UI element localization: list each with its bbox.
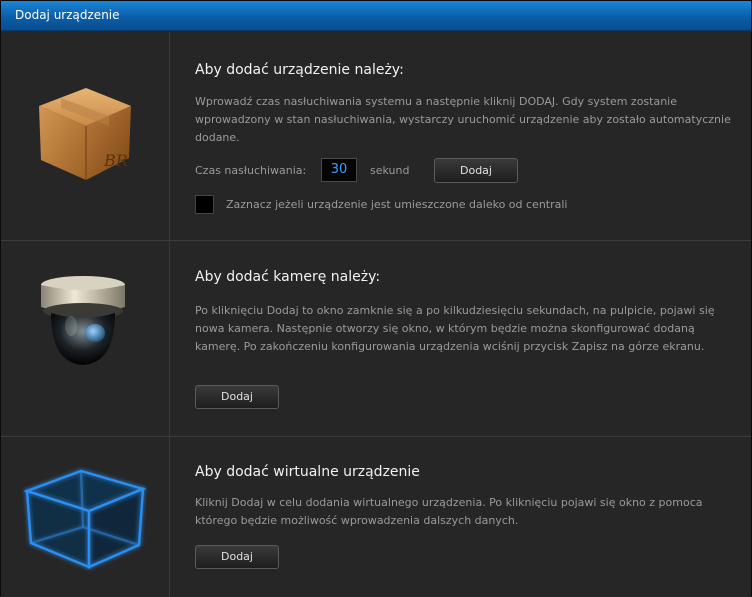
device-heading: Aby dodać urządzenie należy: (195, 62, 404, 78)
window-titlebar: Dodaj urządzenie (1, 1, 751, 31)
virtual-description: Kliknij Dodaj w celu dodania wirtualnego… (195, 496, 703, 527)
listen-time-label: Czas nasłuchiwania: (195, 164, 307, 177)
box-logo: BR (103, 151, 128, 170)
seconds-unit-label: sekund (370, 164, 410, 177)
add-camera-section: Aby dodać kamerę należy: Po kliknięciu D… (1, 241, 751, 437)
listen-time-input[interactable]: 30 (321, 158, 357, 182)
virtual-content: Aby dodać wirtualne urządzenie Kliknij D… (170, 437, 751, 597)
add-device-section: BR Aby dodać urządzenie należy: Wprowadź… (1, 32, 751, 241)
far-from-hub-checkbox[interactable] (195, 195, 214, 214)
dome-camera-icon (41, 276, 125, 365)
add-device-window: Dodaj urządzenie BR Aby dodać urządzenie… (0, 0, 752, 597)
window-title: Dodaj urządzenie (15, 8, 120, 22)
wireframe-cube-icon (23, 469, 147, 569)
camera-icon-column (1, 241, 170, 436)
camera-heading: Aby dodać kamerę należy: (195, 269, 381, 285)
far-from-hub-label: Zaznacz jeżeli urządzenie jest umieszczo… (226, 198, 568, 211)
virtual-heading: Aby dodać wirtualne urządzenie (195, 464, 420, 480)
camera-content: Aby dodać kamerę należy: Po kliknięciu D… (170, 241, 751, 436)
add-virtual-button[interactable]: Dodaj (195, 545, 279, 569)
virtual-icon-column (1, 437, 170, 597)
cardboard-box-icon: BR (39, 88, 131, 180)
device-content: Aby dodać urządzenie należy: Wprowadź cz… (170, 32, 751, 240)
add-camera-button[interactable]: Dodaj (195, 385, 279, 409)
device-description: Wprowadź czas nasłuchiwania systemu a na… (195, 95, 731, 144)
add-virtual-section: Aby dodać wirtualne urządzenie Kliknij D… (1, 437, 751, 597)
device-icon-column: BR (1, 32, 170, 240)
camera-description: Po kliknięciu Dodaj to okno zamknie się … (195, 304, 715, 353)
add-device-button[interactable]: Dodaj (434, 158, 518, 183)
